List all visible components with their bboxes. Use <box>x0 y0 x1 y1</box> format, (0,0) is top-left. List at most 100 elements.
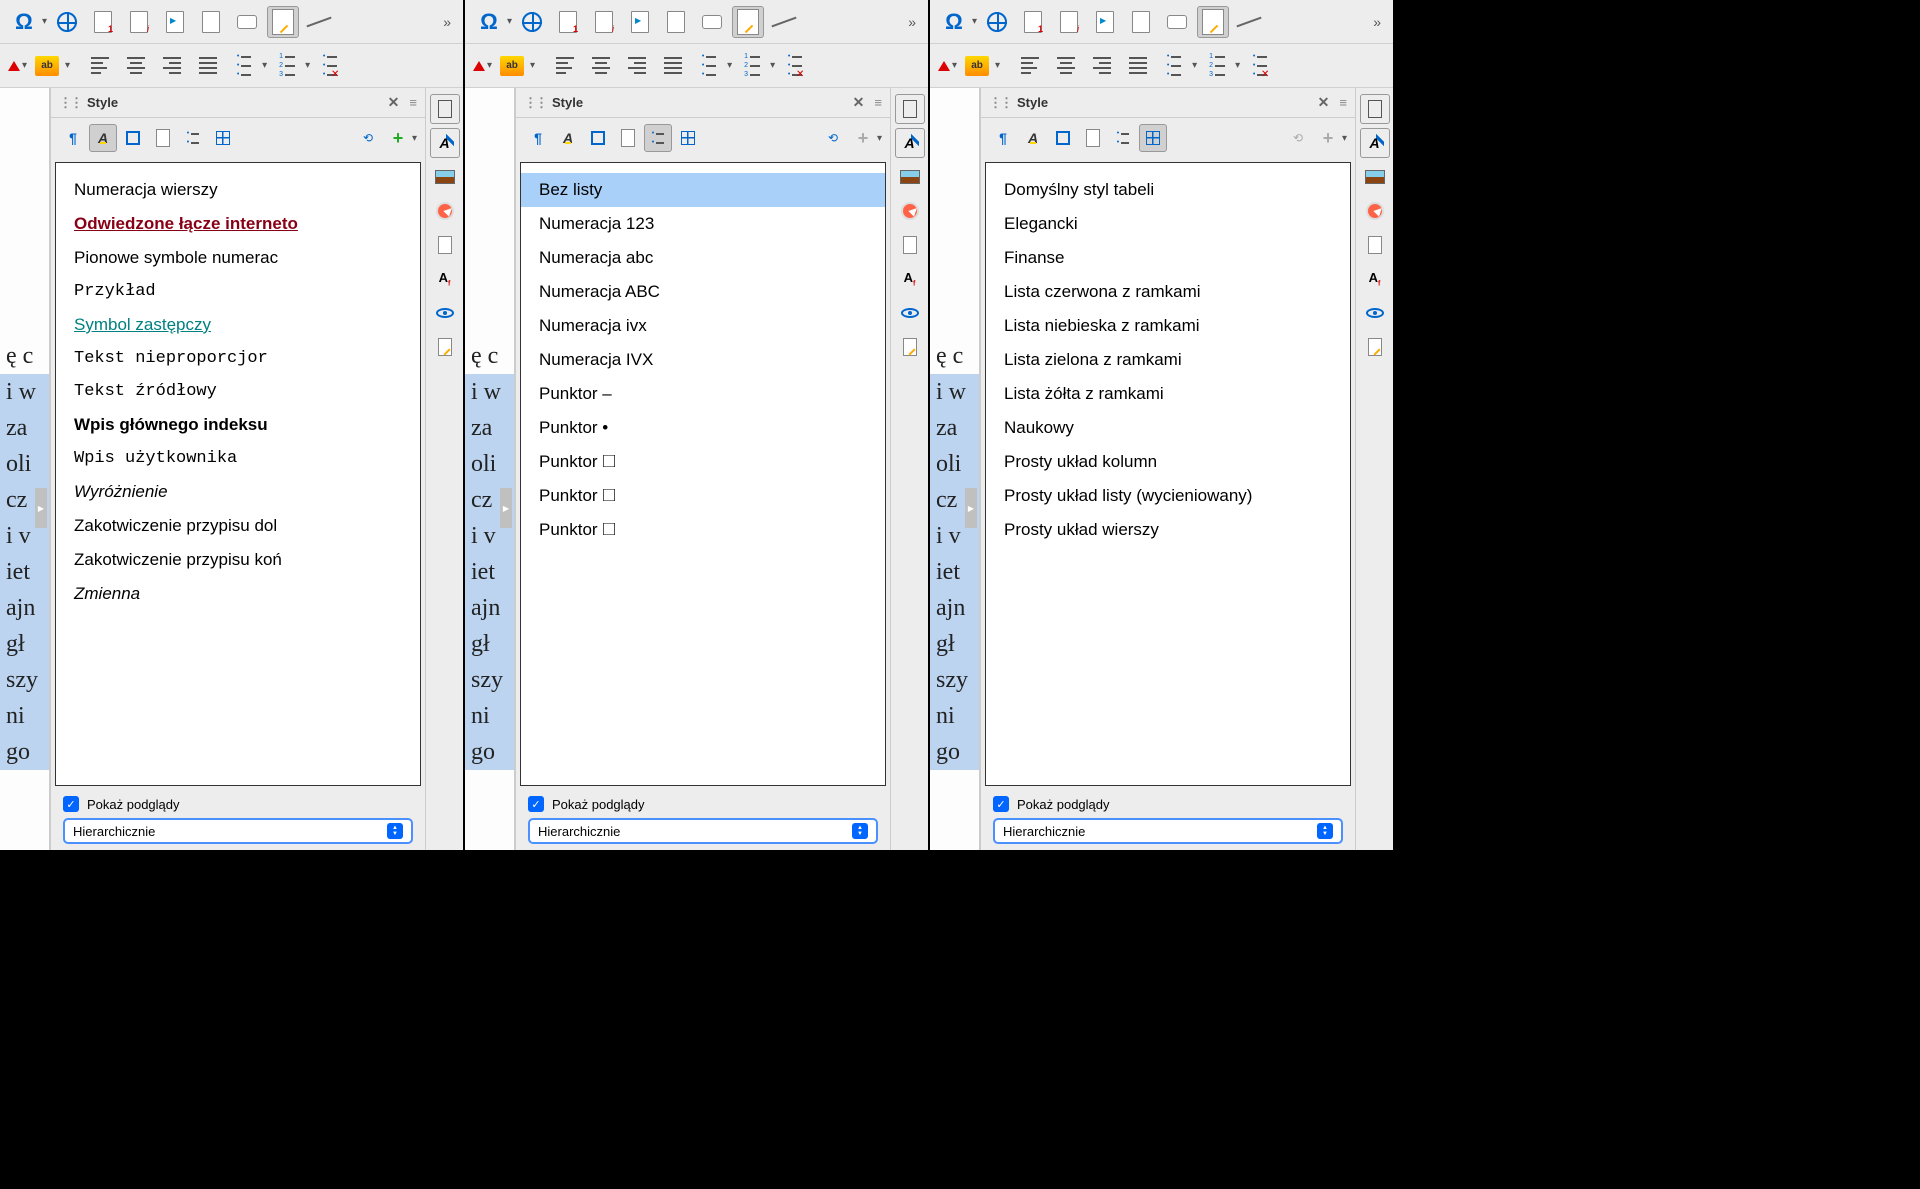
no-list-button[interactable]: ••• <box>779 50 811 82</box>
character-styles-icon[interactable]: A <box>1019 124 1047 152</box>
character-styles-icon[interactable]: A <box>89 124 117 152</box>
style-list-item[interactable]: Tekst nieproporcjor <box>56 342 420 375</box>
style-inspector-tab[interactable]: Af <box>430 264 460 294</box>
filter-select[interactable]: Hierarchicznie ▲▼ <box>993 818 1343 844</box>
navigator-tab[interactable] <box>430 196 460 226</box>
numbered-list-button[interactable]: 123 <box>271 50 303 82</box>
align-center-button[interactable] <box>1050 50 1082 82</box>
more-chevron-icon[interactable]: » <box>443 14 451 30</box>
style-list-item[interactable]: Punktor • <box>521 411 885 445</box>
list-styles-icon[interactable]: •• <box>1109 124 1137 152</box>
style-list-item[interactable]: Numeracja ivx <box>521 309 885 343</box>
paragraph-styles-icon[interactable]: ¶ <box>524 124 552 152</box>
style-list-item[interactable]: Numeracja IVX <box>521 343 885 377</box>
bookmark-button[interactable] <box>1089 6 1121 38</box>
style-list-item[interactable]: Punktor 🞎 <box>521 513 885 547</box>
fill-format-icon[interactable]: ⟲ <box>819 124 847 152</box>
footnote-button[interactable] <box>1017 6 1049 38</box>
style-list-item[interactable]: Wyróżnienie <box>56 475 420 509</box>
menu-icon[interactable]: ≡ <box>1339 95 1347 110</box>
style-list-item[interactable]: Domyślny styl tabeli <box>986 173 1350 207</box>
bullet-list-button[interactable]: ••• <box>1158 50 1190 82</box>
hyperlink-button[interactable] <box>516 6 548 38</box>
style-list[interactable]: Domyślny styl tabeliEleganckiFinanseList… <box>985 162 1351 786</box>
new-style-icon[interactable]: + <box>384 124 412 152</box>
style-list-item[interactable]: Punktor 🞎 <box>521 445 885 479</box>
numbered-list-button[interactable]: 123 <box>1201 50 1233 82</box>
frame-styles-icon[interactable] <box>1049 124 1077 152</box>
style-inspector-tab[interactable]: Af <box>895 264 925 294</box>
dropdown-chevron-icon[interactable]: ▾ <box>262 60 267 71</box>
style-list-item[interactable]: Naukowy <box>986 411 1350 445</box>
navigator-tab[interactable] <box>895 196 925 226</box>
align-justify-button[interactable] <box>657 50 689 82</box>
gallery-tab[interactable] <box>895 162 925 192</box>
comment-button[interactable] <box>696 6 728 38</box>
dropdown-chevron-icon[interactable]: ▾ <box>952 60 957 71</box>
bullet-list-button[interactable]: ••• <box>228 50 260 82</box>
properties-tab[interactable] <box>1360 94 1390 124</box>
show-previews-checkbox[interactable]: ✓ <box>993 796 1009 812</box>
accessibility-tab[interactable] <box>430 298 460 328</box>
omega-button[interactable]: Ω <box>473 6 505 38</box>
style-list-item[interactable]: Lista czerwona z ramkami <box>986 275 1350 309</box>
hyperlink-button[interactable] <box>51 6 83 38</box>
accessibility-tab[interactable] <box>1360 298 1390 328</box>
style-list-item[interactable]: Tekst źródłowy <box>56 375 420 408</box>
highlight-button[interactable]: ab <box>496 50 528 82</box>
menu-icon[interactable]: ≡ <box>409 95 417 110</box>
properties-tab[interactable] <box>430 94 460 124</box>
close-icon[interactable]: ✕ <box>388 94 400 111</box>
manage-changes-tab[interactable] <box>1360 332 1390 362</box>
gallery-tab[interactable] <box>430 162 460 192</box>
list-styles-icon[interactable]: •• <box>179 124 207 152</box>
style-list-item[interactable]: Zakotwiczenie przypisu dol <box>56 509 420 543</box>
style-list-item[interactable]: Prosty układ listy (wycieniowany) <box>986 479 1350 513</box>
dropdown-chevron-icon[interactable]: ▾ <box>22 60 27 71</box>
dropdown-chevron-icon[interactable]: ▾ <box>487 60 492 71</box>
grip-icon[interactable]: ⋮⋮ <box>524 95 546 111</box>
align-right-button[interactable] <box>156 50 188 82</box>
style-list-item[interactable]: Numeracja ABC <box>521 275 885 309</box>
close-icon[interactable]: ✕ <box>1318 94 1330 111</box>
styles-tab[interactable]: A <box>430 128 460 158</box>
highlight-button[interactable]: ab <box>961 50 993 82</box>
footnote-button[interactable] <box>552 6 584 38</box>
style-list-item[interactable]: Wpis użytkownika <box>56 442 420 475</box>
cross-ref-button[interactable] <box>1125 6 1157 38</box>
align-right-button[interactable] <box>621 50 653 82</box>
character-styles-icon[interactable]: A <box>554 124 582 152</box>
panel-expand-icon[interactable]: ▶ <box>35 488 47 528</box>
style-list-item[interactable]: Bez listy <box>521 173 885 207</box>
page-tab[interactable] <box>895 230 925 260</box>
dropdown-chevron-icon[interactable]: ▾ <box>877 133 882 144</box>
fill-format-icon[interactable]: ⟲ <box>354 124 382 152</box>
endnote-button[interactable] <box>123 6 155 38</box>
style-list-item[interactable]: Symbol zastępczy <box>56 308 420 342</box>
dropdown-chevron-icon[interactable]: ▾ <box>42 16 47 27</box>
style-list-item[interactable]: Lista niebieska z ramkami <box>986 309 1350 343</box>
dropdown-chevron-icon[interactable]: ▾ <box>1342 133 1347 144</box>
menu-icon[interactable]: ≡ <box>874 95 882 110</box>
style-list-item[interactable]: Punktor 🞎 <box>521 479 885 513</box>
dropdown-chevron-icon[interactable]: ▾ <box>1235 60 1240 71</box>
dropdown-chevron-icon[interactable]: ▾ <box>530 60 535 71</box>
dropdown-chevron-icon[interactable]: ▾ <box>65 60 70 71</box>
manage-changes-tab[interactable] <box>430 332 460 362</box>
omega-button[interactable]: Ω <box>938 6 970 38</box>
highlight-button[interactable]: ab <box>31 50 63 82</box>
style-list-item[interactable]: Odwiedzone łącze interneto <box>56 207 420 241</box>
endnote-button[interactable] <box>1053 6 1085 38</box>
align-center-button[interactable] <box>120 50 152 82</box>
style-list-item[interactable]: Prosty układ wierszy <box>986 513 1350 547</box>
align-justify-button[interactable] <box>1122 50 1154 82</box>
more-chevron-icon[interactable]: » <box>908 14 916 30</box>
align-justify-button[interactable] <box>192 50 224 82</box>
line-tool-button[interactable] <box>768 6 800 38</box>
no-list-button[interactable]: ••• <box>1244 50 1276 82</box>
line-tool-button[interactable] <box>1233 6 1265 38</box>
align-left-button[interactable] <box>1014 50 1046 82</box>
track-changes-button[interactable] <box>267 6 299 38</box>
more-chevron-icon[interactable]: » <box>1373 14 1381 30</box>
numbered-list-button[interactable]: 123 <box>736 50 768 82</box>
